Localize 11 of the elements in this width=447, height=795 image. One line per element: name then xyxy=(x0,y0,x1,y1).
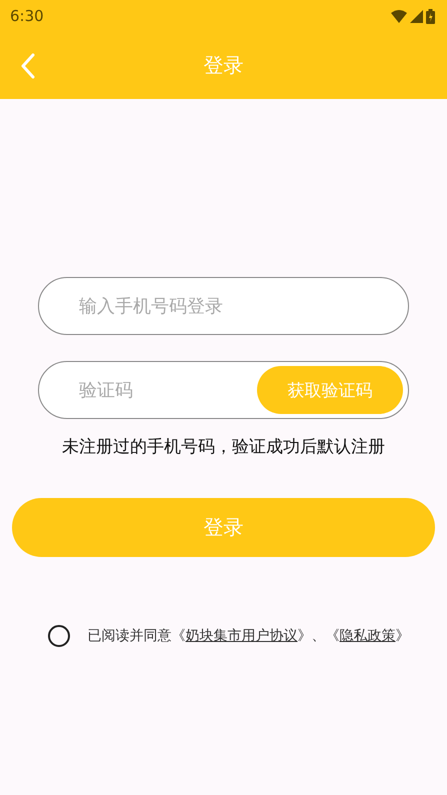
agree-checkbox[interactable] xyxy=(48,625,70,647)
status-time: 6:30 xyxy=(10,7,44,25)
page-title: 登录 xyxy=(204,52,244,79)
agreement-link[interactable]: 隐私政策 xyxy=(340,628,396,644)
agreement-link[interactable]: 奶块集市用户协议 xyxy=(186,628,298,644)
battery-icon xyxy=(426,8,435,24)
agreement-text: 已阅读并同意《奶块集市用户协议》、《隐私政策》 xyxy=(88,627,410,645)
wifi-icon xyxy=(391,10,407,22)
register-hint: 未注册过的手机号码，验证成功后默认注册 xyxy=(62,436,385,458)
phone-field[interactable]: 输入手机号码登录 xyxy=(38,277,409,335)
signal-icon xyxy=(410,10,423,22)
